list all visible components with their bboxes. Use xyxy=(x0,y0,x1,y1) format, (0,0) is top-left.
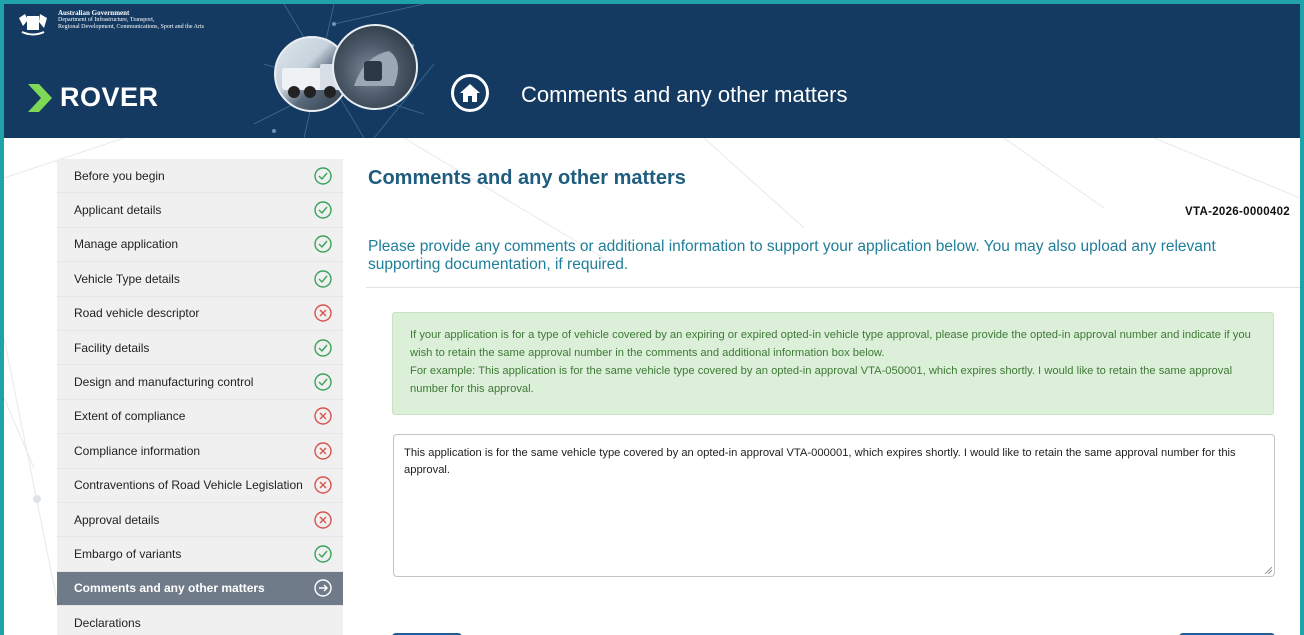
sidebar-item-road-vehicle-descriptor[interactable]: Road vehicle descriptor xyxy=(57,296,343,331)
main-content: Comments and any other matters VTA-2026-… xyxy=(366,159,1300,635)
sidebar-item-label: Compliance information xyxy=(74,443,201,458)
rover-logo[interactable]: ROVER xyxy=(28,82,159,113)
resize-handle-icon[interactable] xyxy=(1264,566,1272,574)
sidebar-item-label: Design and manufacturing control xyxy=(74,375,254,390)
check-circle-icon xyxy=(314,338,332,357)
sidebar-item-extent-of-compliance[interactable]: Extent of compliance xyxy=(57,399,343,435)
sidebar-item-declarations[interactable]: Declarations xyxy=(57,606,343,635)
brand-name: ROVER xyxy=(60,82,159,112)
sidebar-item-approval-details[interactable]: Approval details xyxy=(57,502,343,538)
comments-value: This application is for the same vehicle… xyxy=(404,447,1236,476)
sidebar-item-label: Vehicle Type details xyxy=(74,271,180,286)
sidebar-item-label: Embargo of variants xyxy=(74,546,182,561)
sidebar-item-label: Declarations xyxy=(74,615,141,630)
x-circle-icon xyxy=(314,510,332,529)
check-circle-icon xyxy=(314,373,332,391)
divider xyxy=(366,287,1300,288)
sidebar-item-label: Facility details xyxy=(74,340,150,355)
sidebar-item-label: Road vehicle descriptor xyxy=(74,306,200,321)
site-header: Australian Government Department of Infr… xyxy=(4,4,1300,138)
notice-example: For example: This application is for the… xyxy=(410,365,1233,395)
chevron-right-icon xyxy=(28,83,52,112)
check-circle-icon xyxy=(314,545,332,563)
x-circle-icon xyxy=(314,304,332,322)
application-reference: VTA-2026-0000402 xyxy=(1185,206,1290,218)
arrow-right-circle-icon xyxy=(314,579,332,598)
sidebar-item-before-you-begin[interactable]: Before you begin xyxy=(57,159,343,194)
page-title: Comments and any other matters xyxy=(368,167,686,189)
intro-text: Please provide any comments or additiona… xyxy=(368,238,1216,273)
sidebar-item-vehicle-type-details[interactable]: Vehicle Type details xyxy=(57,262,343,297)
sidebar-item-label: Manage application xyxy=(74,237,179,252)
government-branding: Australian Government Department of Infr… xyxy=(14,10,204,40)
check-circle-icon xyxy=(314,270,332,288)
sidebar-item-label: Approval details xyxy=(74,512,160,527)
check-circle-icon xyxy=(314,201,332,219)
notice-text: If your application is for a type of veh… xyxy=(410,329,1251,359)
x-circle-icon xyxy=(314,407,332,426)
section-navigation: Before you begin Applicant details Manag… xyxy=(57,159,343,635)
x-circle-icon xyxy=(314,476,332,494)
department-name-line2: Regional Development, Communications, Sp… xyxy=(58,24,204,30)
sidebar-item-label: Contraventions of Road Vehicle Legislati… xyxy=(74,478,303,493)
sidebar-item-label: Extent of compliance xyxy=(74,409,186,424)
check-circle-icon xyxy=(314,166,332,185)
government-name: Australian Government xyxy=(58,9,130,17)
engineering-photo xyxy=(332,24,418,110)
header-page-title: Comments and any other matters xyxy=(521,82,848,107)
sidebar-item-contraventions[interactable]: Contraventions of Road Vehicle Legislati… xyxy=(57,468,343,503)
department-name-line1: Department of Infrastructure, Transport, xyxy=(58,17,155,23)
home-button[interactable] xyxy=(451,74,489,112)
sidebar-item-applicant-details[interactable]: Applicant details xyxy=(57,193,343,228)
coat-of-arms-icon xyxy=(19,14,47,36)
sidebar-item-embargo-of-variants[interactable]: Embargo of variants xyxy=(57,537,343,572)
check-circle-icon xyxy=(314,235,332,254)
sidebar-item-compliance-information[interactable]: Compliance information xyxy=(57,434,343,469)
sidebar-item-manage-application[interactable]: Manage application xyxy=(57,227,343,263)
sidebar-item-design-and-manufacturing-control[interactable]: Design and manufacturing control xyxy=(57,365,343,400)
sidebar-item-label: Before you begin xyxy=(74,168,165,183)
info-notice: If your application is for a type of veh… xyxy=(392,312,1274,415)
comments-textarea[interactable]: This application is for the same vehicle… xyxy=(393,434,1275,577)
x-circle-icon xyxy=(314,442,332,460)
sidebar-item-facility-details[interactable]: Facility details xyxy=(57,330,343,366)
sidebar-item-label: Applicant details xyxy=(74,203,162,218)
home-icon xyxy=(460,84,480,102)
sidebar-item-label: Comments and any other matters xyxy=(74,581,265,596)
sidebar-item-comments-and-any-other-matters[interactable]: Comments and any other matters xyxy=(57,571,343,607)
app-frame: Australian Government Department of Infr… xyxy=(4,4,1300,635)
